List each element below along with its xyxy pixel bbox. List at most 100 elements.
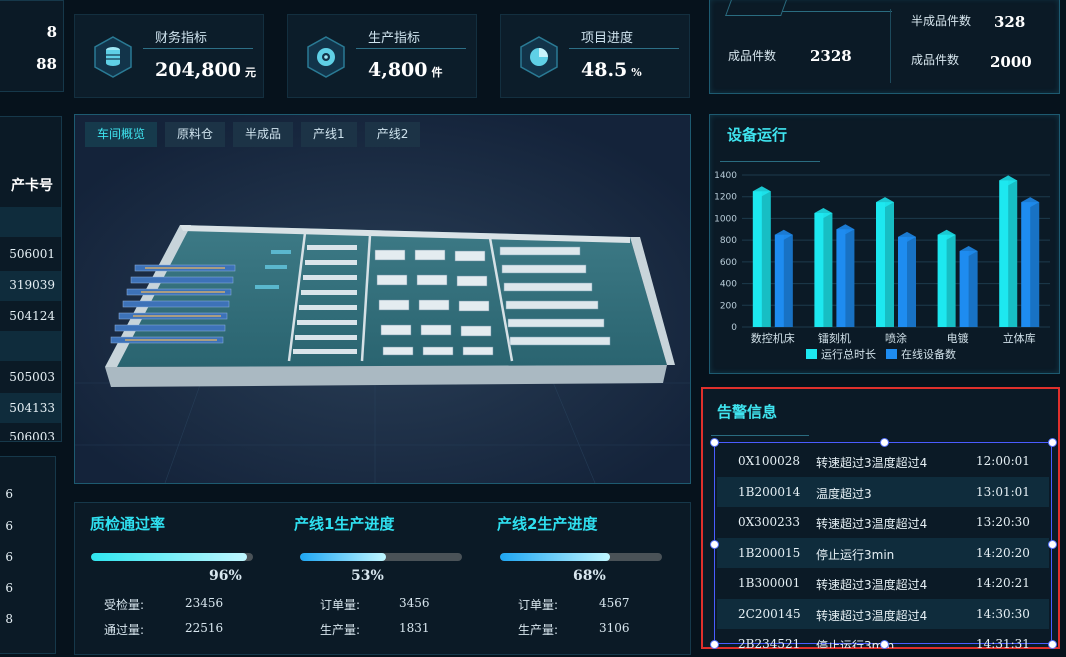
finished-value-2: 2000 bbox=[990, 53, 1032, 71]
line2-progress-bar bbox=[500, 553, 662, 561]
bar-shade bbox=[761, 191, 771, 327]
line1-produced-label: 生产量: bbox=[320, 623, 361, 637]
quality-progress-fill bbox=[91, 553, 247, 561]
kpi-card-finance: 财务指标 204,800 元 bbox=[74, 14, 264, 98]
equipment-panel: 设备运行 0 200 400 600 800 1000 1200 1400 数控机床 镭刻机 喷涂 电… bbox=[709, 114, 1060, 374]
line2-produced-value: 3106 bbox=[599, 621, 630, 635]
line2-progress-percent: 68% bbox=[573, 568, 606, 584]
x-tick-label: 电镀 bbox=[947, 331, 969, 345]
bar-shade bbox=[783, 234, 793, 327]
kpi-divider bbox=[143, 48, 253, 49]
tab-workshop-overview[interactable]: 车间概览 bbox=[85, 122, 158, 147]
list-item: 6 bbox=[5, 550, 13, 564]
y-tick-label: 200 bbox=[720, 301, 737, 311]
left-bottom-panel: 6 6 6 6 8 bbox=[0, 456, 56, 654]
alarm-title: 告警信息 bbox=[717, 403, 778, 421]
line2-order-label: 订单量: bbox=[518, 598, 559, 612]
kpi-card-production: 生产指标 4,800 件 bbox=[287, 14, 477, 98]
left-table-band bbox=[0, 207, 61, 237]
equipment-title: 设备运行 bbox=[727, 126, 788, 144]
x-tick-label: 数控机床 bbox=[751, 331, 795, 345]
stock-vdivider bbox=[890, 9, 891, 83]
legend-label: 在线设备数 bbox=[901, 347, 956, 361]
kpi-value: 4,800 件 bbox=[368, 59, 443, 81]
bar-shade bbox=[1030, 202, 1040, 327]
left-table-panel: 产卡号 506001 319039 504124 505003 504133 5… bbox=[0, 116, 62, 442]
workshop-3d-model[interactable] bbox=[75, 115, 690, 483]
line1-progress-percent: 53% bbox=[351, 568, 384, 584]
inspected-label: 受检量: bbox=[104, 598, 145, 612]
stock-hex-decoration bbox=[725, 0, 791, 16]
table-row: 504133 bbox=[9, 401, 55, 415]
tab-line-2[interactable]: 产线2 bbox=[364, 122, 421, 147]
bar-shade bbox=[885, 202, 894, 327]
resize-handle[interactable] bbox=[1048, 540, 1057, 549]
resize-handle[interactable] bbox=[710, 438, 719, 447]
kpi-unit: 件 bbox=[431, 66, 443, 79]
table-row: 505003 bbox=[9, 370, 55, 384]
resize-handle[interactable] bbox=[880, 438, 889, 447]
quality-pass-rate-title: 质检通过率 bbox=[90, 515, 166, 533]
line1-progress-bar bbox=[300, 553, 462, 561]
summary-value-1: 8 bbox=[46, 23, 57, 41]
finished-label-2: 成品件数 bbox=[911, 53, 960, 67]
finished-label: 成品件数 bbox=[728, 49, 777, 63]
resize-handle[interactable] bbox=[1048, 438, 1057, 447]
kpi-unit: % bbox=[631, 66, 642, 79]
resize-handle[interactable] bbox=[710, 540, 719, 549]
x-tick-label: 镭刻机 bbox=[818, 331, 851, 345]
equipment-bar-chart: 0 200 400 600 800 1000 1200 1400 数控机床 镭刻机 喷涂 电镀 立体库运… bbox=[714, 171, 1050, 361]
passed-value: 22516 bbox=[185, 621, 224, 635]
inspected-value: 23456 bbox=[185, 596, 224, 610]
y-tick-label: 800 bbox=[720, 236, 737, 246]
kpi-card-project: 项目进度 48.5% bbox=[500, 14, 690, 98]
title-underline bbox=[711, 435, 809, 436]
y-tick-label: 400 bbox=[720, 280, 737, 290]
line1-order-label: 订单量: bbox=[320, 598, 361, 612]
resize-handle[interactable] bbox=[880, 640, 889, 649]
tab-line-1[interactable]: 产线1 bbox=[301, 122, 357, 147]
line1-produced-value: 1831 bbox=[399, 621, 430, 635]
kpi-unit: 元 bbox=[244, 66, 256, 79]
line1-order-value: 3456 bbox=[399, 596, 430, 610]
list-item: 6 bbox=[5, 581, 13, 595]
line1-progress-fill bbox=[300, 553, 386, 561]
bar-shade bbox=[1008, 180, 1018, 327]
kpi-number: 48.5 bbox=[581, 59, 628, 81]
pie-icon bbox=[520, 36, 558, 78]
line2-progress-fill bbox=[500, 553, 611, 561]
kpi-divider bbox=[569, 48, 679, 49]
line2-progress-title: 产线2生产进度 bbox=[497, 515, 598, 533]
y-tick-label: 1200 bbox=[714, 193, 737, 203]
list-item: 6 bbox=[5, 519, 13, 533]
legend-swatch bbox=[806, 349, 817, 359]
resize-handle[interactable] bbox=[710, 640, 719, 649]
passed-label: 通过量: bbox=[104, 623, 145, 637]
workshop-3d-view[interactable]: 车间概览 原料仓 半成品 产线1 产线2 bbox=[74, 114, 691, 484]
semi-finished-value: 328 bbox=[994, 13, 1026, 31]
table-row: 504124 bbox=[9, 309, 55, 323]
progress-panel: 质检通过率 96% 受检量: 23456 通过量: 22516 产线1生产进度 … bbox=[74, 502, 691, 655]
line2-produced-label: 生产量: bbox=[518, 623, 559, 637]
selection-box bbox=[714, 442, 1052, 644]
y-tick-label: 1400 bbox=[714, 171, 737, 181]
table-row: 506001 bbox=[9, 247, 55, 261]
database-icon bbox=[94, 36, 132, 78]
bar-shade bbox=[907, 236, 916, 327]
quality-pass-percent: 96% bbox=[209, 568, 242, 584]
kpi-label: 财务指标 bbox=[155, 31, 208, 46]
resize-handle[interactable] bbox=[1048, 640, 1057, 649]
kpi-label: 项目进度 bbox=[581, 31, 634, 46]
tab-semi-finished[interactable]: 半成品 bbox=[233, 122, 294, 147]
y-tick-label: 600 bbox=[720, 258, 737, 268]
stock-panel: 半成品件数 328 成品件数 2328 成品件数 2000 bbox=[709, 0, 1060, 94]
stock-divider bbox=[782, 11, 892, 12]
left-table-band bbox=[0, 331, 61, 361]
bar-shade bbox=[823, 213, 833, 327]
y-tick-label: 1000 bbox=[714, 214, 737, 224]
left-table-header: 产卡号 bbox=[11, 178, 53, 194]
line2-order-value: 4567 bbox=[599, 596, 630, 610]
tab-raw-material[interactable]: 原料仓 bbox=[165, 122, 226, 147]
bar-shade bbox=[968, 251, 978, 327]
line1-progress-title: 产线1生产进度 bbox=[294, 515, 395, 533]
